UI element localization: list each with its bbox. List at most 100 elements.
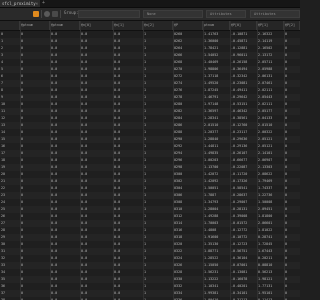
table-cell: -0.39008 — [231, 214, 248, 218]
table-cell: -0.40201 — [231, 284, 248, 288]
table-row[interactable]: 13 0 0.0 0.0 0.0 1 0286 2.01510 -0.12760 2.01510 0 — [0, 122, 300, 129]
table-row[interactable]: 28 0 0.0 0.0 0.0 1 0316 1.4808 -0.12772 1.81022 0 — [0, 227, 300, 234]
table-row[interactable]: 37 0 0.0 0.0 0.0 1 0334 1.99381 -0.34101 1.95101 0 — [0, 290, 300, 297]
table-cell: -0.36104 — [231, 256, 248, 260]
table-row[interactable]: 29 0 0.0 0.0 0.0 1 0318 1.91600 -0.10772 0.28741 0 — [0, 234, 300, 241]
table-row[interactable]: 17 0 0.0 0.0 0.0 1 0294 1.49835 -0.26107 2.14101 0 — [0, 150, 300, 157]
table-row[interactable]: 10 0 0.0 0.0 0.0 1 0280 1.97148 -0.53151 2.02111 0 — [0, 101, 300, 108]
table-row[interactable]: 30 0 0.0 0.0 0.0 1 0320 1.35130 -0.12723 1.72845 0 — [0, 241, 300, 248]
table-cell: 1 — [144, 81, 147, 85]
table-cell: 0.0 — [81, 53, 88, 57]
table-cell: 0 — [21, 291, 24, 295]
column-header[interactable]: @P[2] — [284, 21, 300, 30]
table-row[interactable]: 18 0 0.0 0.0 0.0 1 0296 1.00203 -0.66677 2.06907 0 — [0, 157, 300, 164]
table-row[interactable]: 0 0 0.0 0.0 0.0 1 0260 1.41763 -0.10871 2.16322 0 — [0, 31, 300, 38]
grid-icon[interactable] — [52, 11, 58, 17]
table-cell: 1.50051 — [204, 186, 219, 190]
table-row[interactable]: 6 0 0.0 0.0 0.0 1 0272 1.37118 -0.32342 2.06131 0 — [0, 73, 300, 80]
table-row[interactable]: 4 0 0.0 0.0 0.0 1 0268 1.40469 -0.26158 2.05711 0 — [0, 59, 300, 66]
table-row[interactable]: 36 0 0.0 0.0 0.0 1 0332 1.10341 -0.40201 1.77131 0 — [0, 283, 300, 290]
column-header[interactable]: @ptnum — [50, 21, 80, 30]
table-row[interactable]: 22 0 0.0 0.0 0.0 1 0304 1.50051 -0.58541 1.74337 0 — [0, 185, 300, 192]
table-row[interactable]: 7 0 0.0 0.0 0.0 1 0274 1.49520 -0.23081 2.07461 0 — [0, 80, 300, 87]
table-cell: 14 — [1, 130, 6, 134]
column-header[interactable]: @n[1] — [113, 21, 143, 30]
table-cell: 0.0 — [51, 179, 58, 183]
table-row[interactable]: 3 0 0.0 0.0 0.0 1 0266 1.54052 -0.96011 2.13172 0 — [0, 52, 300, 59]
table-row[interactable]: 26 0 0.0 0.0 0.0 1 0312 1.49288 -0.39008 1.81800 0 — [0, 213, 300, 220]
table-row[interactable]: 32 0 0.0 0.0 0.0 1 0324 1.28522 -0.36104 0.20211 0 — [0, 255, 300, 262]
table-row[interactable]: 16 0 0.0 0.0 0.0 1 0292 1.44811 -0.29136 2.05121 0 — [0, 143, 300, 150]
table-cell: 0.0 — [51, 277, 58, 281]
node-arrow-icon[interactable] — [33, 11, 39, 17]
table-cell: -0.58541 — [231, 186, 248, 190]
table-cell: 2.14119 — [258, 39, 273, 43]
attributes-select[interactable]: Attributes — [250, 10, 300, 18]
table-row[interactable]: 15 0 0.0 0.0 0.0 1 0290 1.28840 -0.29636 2.05121 0 — [0, 136, 300, 143]
table-row[interactable]: 14 0 0.0 0.0 0.0 1 0288 1.20377 -0.23117 2.00322 0 — [0, 129, 300, 136]
table-row[interactable]: 5 0 0.0 0.0 0.0 1 0270 1.98806 -0.36494 2.05988 0 — [0, 66, 300, 73]
table-cell: 0266 — [174, 53, 183, 57]
table-row[interactable]: 11 0 0.0 0.0 0.0 1 0282 1.36597 -0.46342 2.05177 0 — [0, 108, 300, 115]
table-row[interactable]: 35 0 0.0 0.0 0.0 1 0330 1.13222 -0.16078 1.98121 0 — [0, 276, 300, 283]
table-row[interactable]: 24 0 0.0 0.0 0.0 1 0308 1.34793 -0.29007 1.50008 0 — [0, 199, 300, 206]
table-row[interactable]: 34 0 0.0 0.0 0.0 1 0328 1.56231 -0.13081 0.56213 0 — [0, 269, 300, 276]
column-header[interactable]: @P — [173, 21, 203, 30]
table-cell: 0.0 — [81, 291, 88, 295]
table-cell: 0.0 — [51, 186, 58, 190]
column-header[interactable]: ptnum — [203, 21, 230, 30]
column-header[interactable]: @P[1] — [257, 21, 284, 30]
table-cell: 0 — [285, 249, 288, 253]
table-cell: 0 — [285, 221, 288, 225]
table-cell: 31 — [1, 249, 6, 253]
table-row[interactable]: 33 0 0.0 0.0 0.0 1 0326 1.15050 -0.07001 0.08810 0 — [0, 262, 300, 269]
table-cell: 0 — [21, 242, 24, 246]
view-mode-select[interactable]: None — [143, 10, 203, 18]
table-cell: 0.0 — [81, 249, 88, 253]
table-cell: 1 — [144, 165, 147, 169]
table-row[interactable]: 31 0 0.0 0.0 0.0 1 0322 1.88771 -0.56751 1.67443 0 — [0, 248, 300, 255]
table-cell: -0.07001 — [231, 263, 248, 267]
table-cell: -0.45871 — [231, 39, 248, 43]
table-row[interactable]: 21 0 0.0 0.0 0.0 1 0302 1.42092 -0.17326 1.79469 0 — [0, 178, 300, 185]
table-cell: 0.0 — [81, 32, 88, 36]
tab-sfcl-proximity[interactable]: sfcl_proximity × — [0, 0, 40, 7]
table-cell: 0.0 — [114, 137, 121, 141]
table-row[interactable]: 20 0 0.0 0.0 0.0 1 0300 1.42072 -0.11720 2.08622 0 — [0, 171, 300, 178]
column-header[interactable]: @P[0] — [230, 21, 257, 30]
table-cell: -0.32342 — [231, 74, 248, 78]
table-cell: 0318 — [174, 235, 183, 239]
table-row[interactable]: 9 0 0.0 0.0 0.0 1 0278 1.46791 -0.29642 2.05443 0 — [0, 94, 300, 101]
table-cell: 0.0 — [114, 53, 121, 57]
table-cell: 1.91600 — [204, 235, 219, 239]
table-cell: 1.56231 — [204, 270, 219, 274]
attributes-filter[interactable]: Attributes — [206, 10, 246, 18]
table-row[interactable]: 25 0 0.0 0.0 0.0 1 0310 1.28004 -0.28131 2.09451 0 — [0, 206, 300, 213]
group-input[interactable] — [78, 10, 140, 18]
table-row[interactable]: 2 0 0.0 0.0 0.0 1 0264 1.78421 -0.12881 2.16502 0 — [0, 45, 300, 52]
table-cell: 1 — [144, 270, 147, 274]
table-cell: 0316 — [174, 228, 183, 232]
table-cell: 0.0 — [51, 193, 58, 197]
table-row[interactable]: 1 0 0.0 0.0 0.0 1 0262 1.36000 -0.45871 2.14119 0 — [0, 38, 300, 45]
table-row[interactable]: 8 0 0.0 0.0 0.0 1 0276 1.87245 -0.49411 2.02111 0 — [0, 87, 300, 94]
table-cell: 0.0 — [81, 186, 88, 190]
column-header[interactable]: @ptnum — [20, 21, 50, 30]
plus-icon[interactable]: + — [42, 0, 45, 7]
column-header[interactable]: @n[0] — [80, 21, 113, 30]
table-cell: 0.0 — [51, 109, 58, 113]
close-icon[interactable]: × — [36, 0, 38, 7]
table-cell: 0.0 — [51, 200, 58, 204]
table-cell: 0 — [285, 144, 288, 148]
table-cell: 0 — [21, 74, 24, 78]
table-row[interactable]: 27 0 0.0 0.0 0.0 1 0314 1.70003 -0.01572 2.06601 0 — [0, 220, 300, 227]
gear-icon[interactable] — [44, 11, 50, 17]
table-cell: 1.35130 — [204, 242, 219, 246]
table-row[interactable]: 19 0 0.0 0.0 0.0 1 0298 1.13700 -0.22087 2.13303 0 — [0, 164, 300, 171]
table-cell: -0.17326 — [231, 179, 248, 183]
table-row[interactable]: 23 0 0.0 0.0 0.0 1 0306 1.7887 -0.28637 1.22736 0 — [0, 192, 300, 199]
column-header[interactable]: @n[2] — [143, 21, 173, 30]
table-cell: 0322 — [174, 249, 183, 253]
column-header[interactable] — [0, 21, 20, 30]
table-row[interactable]: 12 0 0.0 0.0 0.0 1 0284 1.28341 -0.38561 2.04133 0 — [0, 115, 300, 122]
